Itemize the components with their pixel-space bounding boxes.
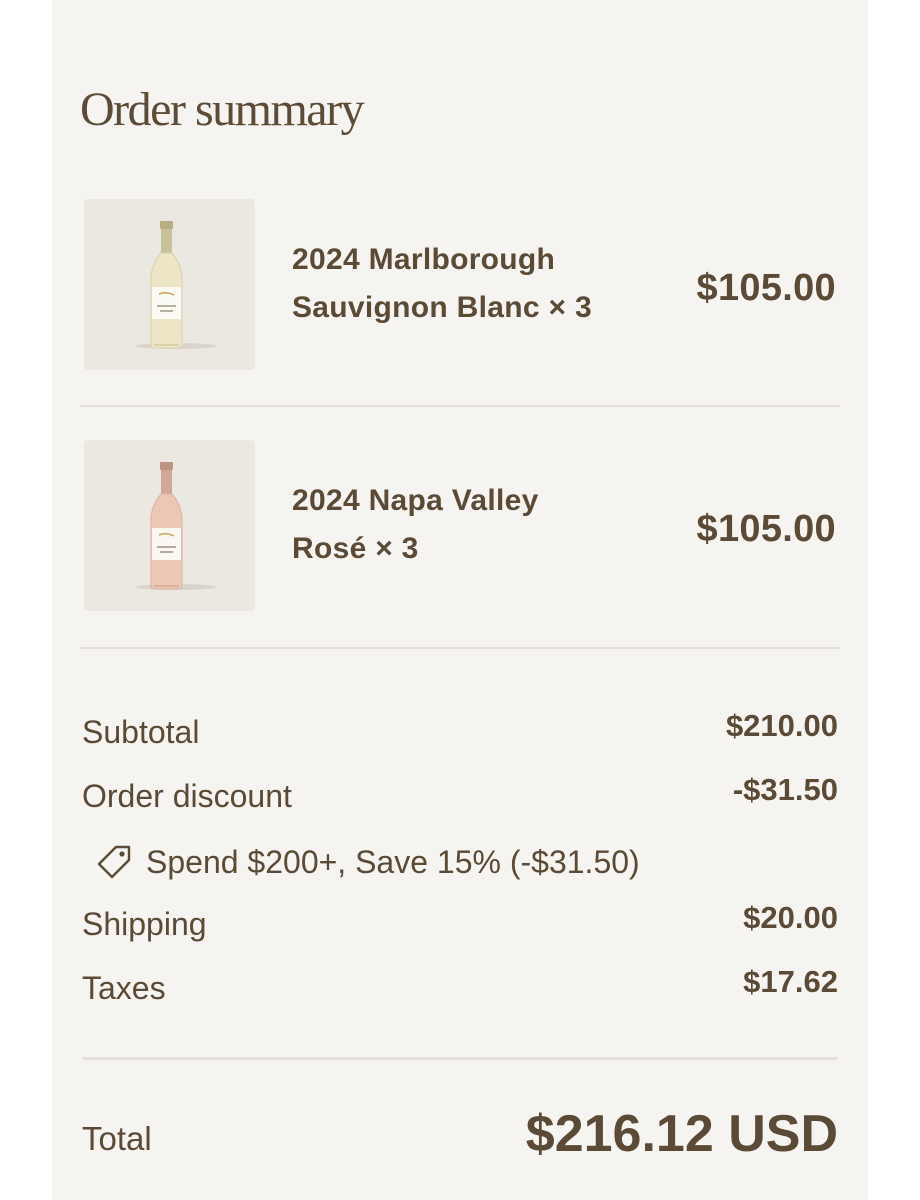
taxes-value: $17.62 (743, 964, 838, 999)
divider (82, 1057, 838, 1060)
product-thumbnail (84, 199, 255, 370)
taxes-label: Taxes (82, 970, 166, 1006)
item-price: $105.00 (696, 267, 836, 309)
total-value: $216.12 USD (525, 1105, 838, 1163)
line-item: 2024 Napa Valley Rosé × 3 $105.00 (84, 440, 840, 612)
subtotal-value: $210.00 (725, 708, 838, 743)
shipping-value: $20.00 (743, 900, 838, 935)
product-thumbnail (84, 440, 255, 611)
item-name-line2: Rosé × 3 (292, 532, 419, 565)
item-name-line1: 2024 Napa Valley (292, 484, 539, 517)
divider (80, 405, 840, 407)
shipping-label: Shipping (82, 906, 207, 942)
rose-wine-bottle-icon (136, 462, 216, 590)
total-label: Total (82, 1120, 152, 1157)
order-discount-label: Order discount (82, 778, 292, 814)
subtotal-label: Subtotal (82, 714, 200, 750)
white-wine-bottle-icon (136, 221, 216, 349)
page-title: Order summary (80, 83, 365, 136)
order-discount-value: -$31.50 (732, 772, 838, 807)
item-name-line1: 2024 Marlborough (292, 243, 556, 276)
discount-note-text: Spend $200+, Save 15% (-$31.50) (146, 843, 640, 880)
item-price: $105.00 (696, 508, 836, 550)
line-item: 2024 Marlborough Sauvignon Blanc × 3 $10… (84, 199, 840, 371)
discount-note: Spend $200+, Save 15% (-$31.50) (96, 838, 640, 886)
divider (80, 647, 840, 649)
tag-icon (97, 845, 131, 879)
item-name-line2: Sauvignon Blanc × 3 (292, 291, 592, 324)
